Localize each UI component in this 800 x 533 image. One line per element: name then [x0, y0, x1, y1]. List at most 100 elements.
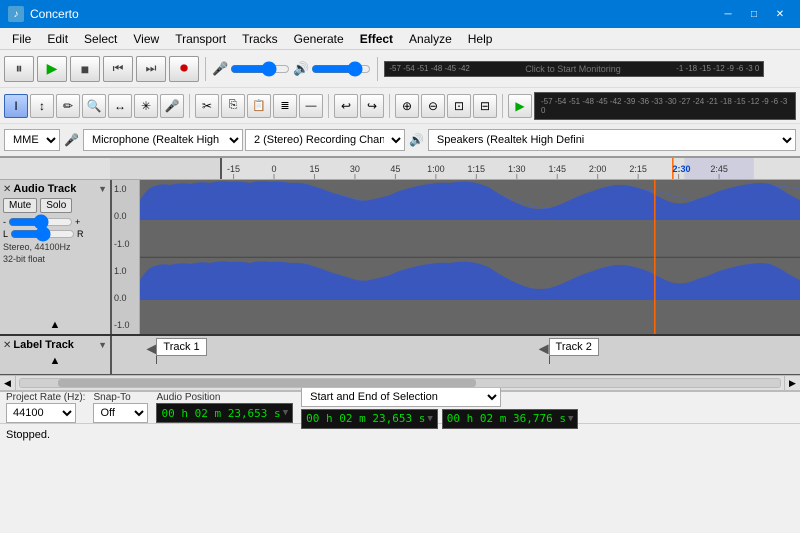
rewind-button[interactable]: ⏮ [103, 56, 133, 82]
mic-icon: 🎤 [212, 61, 228, 77]
select-tool-button[interactable]: I [4, 94, 28, 118]
playback-meter-button[interactable]: ▶ [508, 94, 532, 118]
menu-file[interactable]: File [4, 28, 39, 49]
svg-text:0: 0 [272, 164, 277, 174]
svg-text:1:00: 1:00 [427, 164, 445, 174]
audio-track-arrow[interactable]: ▼ [98, 184, 107, 194]
menu-view[interactable]: View [125, 28, 167, 49]
gain-plus: + [75, 217, 80, 227]
input-volume-area: 🎤 [212, 61, 290, 77]
label-marker-1: Track 1 [146, 338, 206, 364]
svg-text:2:15: 2:15 [629, 164, 647, 174]
multi-tool-button[interactable]: ✳ [134, 94, 158, 118]
speaker-icon: 🔊 [293, 61, 309, 77]
output-volume-slider[interactable] [311, 62, 371, 76]
project-rate-section: Project Rate (Hz): 44100 [6, 392, 85, 423]
fit-selection-button[interactable]: ⊟ [473, 94, 497, 118]
forward-button[interactable]: ⏭ [136, 56, 166, 82]
timeline-ruler[interactable]: -15 0 15 30 45 1:00 1:15 1:30 1:45 2:00 [0, 158, 800, 180]
label-track-arrow[interactable]: ▼ [98, 340, 107, 350]
play-button[interactable]: ▶ [37, 56, 67, 82]
scale-bot-1: -1.0 [114, 239, 137, 249]
microphone-select[interactable]: Microphone (Realtek High Defini [83, 129, 243, 151]
audio-waveform-area[interactable]: 1.0 0.0 -1.0 1.0 0.0 -1.0 [112, 180, 800, 334]
draw-tool-button[interactable]: ✏ [56, 94, 80, 118]
audio-pos-arrow[interactable]: ▼ [283, 408, 288, 418]
snap-section: Snap-To Off [93, 392, 148, 423]
menu-select[interactable]: Select [76, 28, 125, 49]
tracks-area: ✕ Audio Track ▼ Mute Solo - + L R Stereo… [0, 180, 800, 375]
cut-button[interactable]: ✂ [195, 94, 219, 118]
pan-slider[interactable] [10, 229, 75, 239]
audio-track-expand[interactable]: ▲ [3, 319, 107, 331]
trim-button[interactable]: ≣ [273, 94, 297, 118]
zoom-out-button[interactable]: ⊖ [421, 94, 445, 118]
project-rate-label: Project Rate (Hz): [6, 392, 85, 403]
record-button[interactable]: ⏺ [169, 56, 199, 82]
label-track-content[interactable]: Track 1 Track 2 [112, 336, 800, 374]
silence-button[interactable]: — [299, 94, 323, 118]
solo-button[interactable]: Solo [40, 198, 72, 213]
menu-tracks[interactable]: Tracks [234, 28, 286, 49]
timeshift-tool-button[interactable]: ↔ [108, 94, 132, 118]
svg-text:30: 30 [350, 164, 360, 174]
mute-solo-btns: Mute Solo [3, 198, 107, 213]
menu-analyze[interactable]: Analyze [401, 28, 460, 49]
playback-vu-meter[interactable]: -57 -54 -51 -48 -45 -42 -39 -36 -33 -30 … [534, 92, 796, 120]
speaker-icon-2: 🔊 [409, 133, 424, 147]
selection-type-select[interactable]: Start and End of Selection [301, 387, 501, 407]
mute-button[interactable]: Mute [3, 198, 37, 213]
record-meter-button[interactable]: 🎤 [160, 94, 184, 118]
zoom-in-button[interactable]: ⊕ [395, 94, 419, 118]
title-bar-left: ♪ Concerto [8, 6, 79, 22]
input-volume-slider[interactable] [230, 62, 290, 76]
paste-button[interactable]: 📋 [247, 94, 271, 118]
recording-vu-meter[interactable]: -57 -54 -51 -48 -45 -42 Click to Start M… [384, 61, 764, 77]
sel-start-arrow[interactable]: ▼ [427, 414, 432, 424]
host-select[interactable]: MME [4, 129, 60, 151]
menu-transport[interactable]: Transport [167, 28, 234, 49]
scroll-track[interactable] [19, 378, 781, 388]
fit-project-button[interactable]: ⊡ [447, 94, 471, 118]
menu-help[interactable]: Help [460, 28, 501, 49]
undo-button[interactable]: ↩ [334, 94, 358, 118]
channels-select[interactable]: 2 (Stereo) Recording Channels [245, 129, 405, 151]
close-button[interactable]: ✕ [768, 4, 792, 24]
click-monitor[interactable]: Click to Start Monitoring [525, 64, 621, 74]
pause-button[interactable]: ⏸ [4, 56, 34, 82]
stop-button[interactable]: ■ [70, 56, 100, 82]
svg-text:1:30: 1:30 [508, 164, 526, 174]
sep1 [205, 57, 206, 81]
scroll-thumb[interactable] [58, 379, 476, 387]
copy-button[interactable]: ⎘ [221, 94, 245, 118]
label-track-expand[interactable]: ▲ [3, 355, 107, 367]
track-info: Stereo, 44100Hz32-bit float [3, 242, 107, 265]
project-rate-select[interactable]: 44100 [6, 403, 76, 423]
sel-end-arrow[interactable]: ▼ [568, 414, 573, 424]
menu-effect[interactable]: Effect [352, 28, 401, 49]
scroll-left-btn[interactable]: ◀ [0, 375, 16, 391]
status-controls-bar: Project Rate (Hz): 44100 Snap-To Off Aud… [0, 391, 800, 423]
gain-minus: - [3, 217, 6, 227]
minimize-button[interactable]: ─ [716, 4, 740, 24]
title-bar: ♪ Concerto ─ □ ✕ [0, 0, 800, 28]
envelope-tool-button[interactable]: ↕ [30, 94, 54, 118]
speaker-select[interactable]: Speakers (Realtek High Defini [428, 129, 796, 151]
track-name-row: ✕ Audio Track ▼ [3, 183, 107, 195]
sep3 [189, 94, 190, 118]
maximize-button[interactable]: □ [742, 4, 766, 24]
audio-track-close-btn[interactable]: ✕ [3, 184, 11, 195]
svg-text:1:15: 1:15 [468, 164, 486, 174]
ruler-tick-group: -15 0 15 30 45 1:00 1:15 1:30 1:45 2:00 [227, 164, 728, 179]
menu-generate[interactable]: Generate [286, 28, 352, 49]
waveform-svg [140, 180, 800, 334]
label-marker-2: Track 2 [539, 338, 599, 364]
sep6 [502, 94, 503, 118]
label-1-text: Track 1 [156, 338, 206, 356]
snap-select[interactable]: Off [93, 403, 148, 423]
redo-button[interactable]: ↪ [360, 94, 384, 118]
zoom-select-button[interactable]: 🔍 [82, 94, 106, 118]
menu-edit[interactable]: Edit [39, 28, 76, 49]
label-track-close-btn[interactable]: ✕ [3, 340, 11, 351]
audio-track-name: Audio Track [13, 183, 96, 195]
